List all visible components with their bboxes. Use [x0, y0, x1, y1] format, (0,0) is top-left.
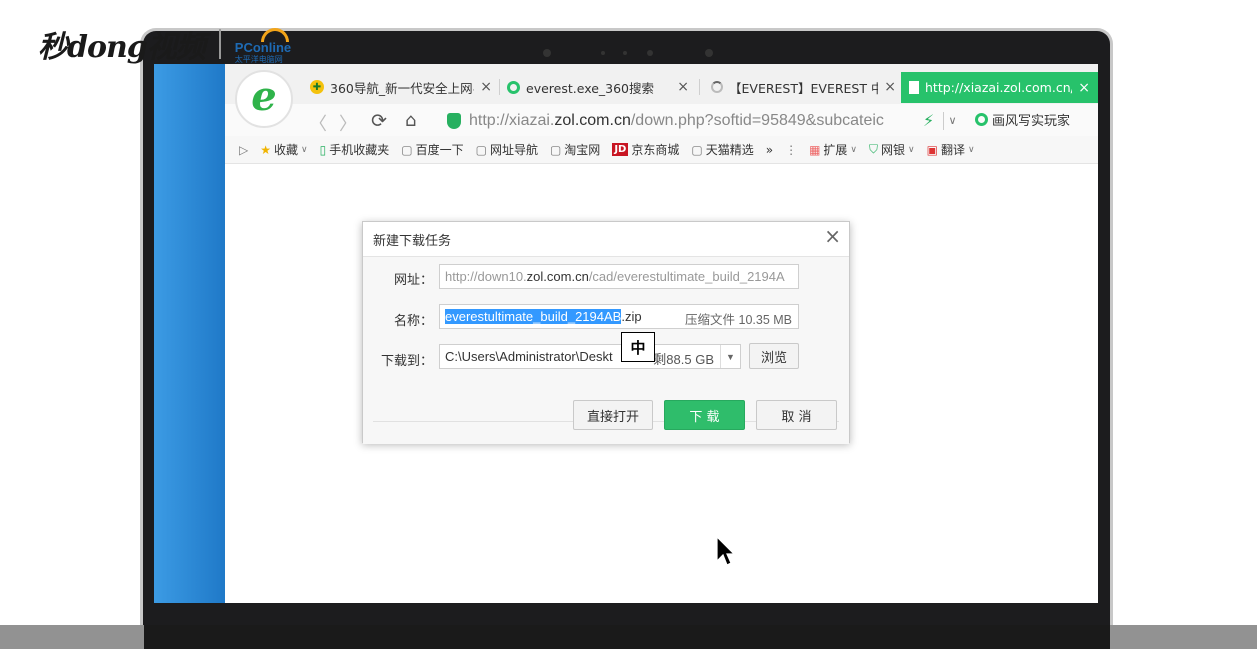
pconline-logo: PConline 太平洋电脑网	[235, 26, 313, 64]
bookmark-favorites[interactable]: ★ 收藏 ∨	[260, 141, 307, 158]
sensor-dot	[647, 50, 653, 56]
close-icon[interactable]: ×	[824, 226, 841, 246]
search-icon	[975, 113, 988, 126]
sensor-dot	[543, 49, 551, 57]
search-box[interactable]: 画风写实玩家	[975, 110, 1070, 129]
loading-icon	[711, 81, 723, 93]
dialog-title: 新建下载任务	[373, 234, 452, 249]
tab-label: 【EVEREST】EVEREST 中	[729, 80, 879, 96]
page-icon: ▢	[549, 142, 562, 157]
filename-field[interactable]: everestultimate_build_2194AB .zip 压缩文件 10…	[439, 304, 799, 329]
save-to-label: 下载到：	[380, 354, 433, 369]
tab-label: 360导航_新一代安全上网导	[330, 80, 475, 96]
back-icon[interactable]: 〈	[309, 110, 327, 136]
menu-dots-icon[interactable]: ⋮	[785, 143, 797, 157]
chevron-down-icon: ∨	[850, 144, 858, 155]
tab-label: http://xiazai.zol.com.cn/	[925, 80, 1073, 95]
chevron-down-icon: ∨	[301, 144, 308, 155]
360-search-icon	[507, 80, 520, 94]
close-icon[interactable]: ×	[884, 79, 896, 95]
cancel-button[interactable]: 取 消	[756, 400, 837, 430]
star-icon: ★	[260, 142, 271, 157]
tab-everest[interactable]: 【EVEREST】EVEREST 中 ×	[711, 73, 896, 101]
close-icon[interactable]: ×	[480, 79, 492, 95]
name-label: 名称：	[393, 314, 433, 329]
browse-button[interactable]: 浏览	[749, 343, 799, 369]
speed-mode-icon[interactable]: ⚡	[923, 111, 934, 130]
watermark: 秒dong视频 PConline 太平洋电脑网	[38, 22, 313, 66]
jd-icon: JD	[612, 143, 629, 156]
divider	[218, 29, 221, 59]
bookmark-jd[interactable]: JD 京东商城	[612, 141, 679, 158]
free-space: 剩88.5 GB	[653, 352, 714, 367]
tab-label: everest.exe_360搜索	[526, 80, 655, 96]
translate-icon: ▣	[926, 142, 938, 157]
save-path-select[interactable]: C:\Users\Administrator\Deskt 剩88.5 GB ▼	[439, 344, 741, 369]
phone-icon: ▯	[319, 142, 327, 157]
forward-icon[interactable]: 〉	[339, 110, 357, 136]
tab-bar: ✚ 360导航_新一代安全上网导 × everest.exe_360搜索 × 【…	[225, 64, 1098, 104]
tab-360-search[interactable]: everest.exe_360搜索 ×	[507, 73, 689, 101]
tab-zol-active[interactable]: http://xiazai.zol.com.cn/ ×	[901, 72, 1098, 103]
selected-text: everestultimate_build_2194AB	[445, 309, 622, 324]
page-icon: ▢	[401, 142, 413, 157]
sensor-dot	[601, 51, 605, 55]
desktop-background	[154, 64, 225, 603]
page-icon: ▢	[475, 142, 487, 157]
url-label: 网址：	[393, 273, 433, 288]
shield-icon: ⛉	[869, 142, 879, 156]
brand-logo: 秒dong视频	[38, 30, 206, 65]
sensor-dot	[623, 51, 627, 55]
bookmark-baidu[interactable]: ▢ 百度一下	[401, 141, 463, 158]
bookmark-tmall[interactable]: ▢ 天猫精选	[691, 141, 753, 158]
camera-icon	[705, 49, 713, 57]
chevron-down-icon: ∨	[968, 144, 975, 155]
divider	[699, 79, 700, 95]
extensions-button[interactable]: ▦ 扩展 ∨	[809, 141, 857, 158]
download-button[interactable]: 下 载	[664, 400, 745, 430]
chevron-down-icon[interactable]: ▼	[720, 345, 740, 368]
sidebar-toggle-icon[interactable]: ▷	[239, 143, 248, 157]
home-icon[interactable]: ⌂	[405, 110, 416, 131]
chevron-down-icon: ∨	[908, 144, 915, 155]
divider	[499, 79, 500, 95]
bookmark-mobile[interactable]: ▯ 手机收藏夹	[320, 141, 390, 158]
ime-indicator: 中	[621, 332, 655, 362]
search-hint: 画风写实玩家	[992, 114, 1071, 129]
file-size-info: 压缩文件 10.35 MB	[685, 313, 792, 327]
bookmarks-bar: ▷ ★ 收藏 ∨ ▯ 手机收藏夹 ▢ 百度一下 ▢ 网址导航 ▢ 淘宝网 JD 京东商城 ▢ 天…	[225, 136, 1098, 164]
tab-360-nav[interactable]: ✚ 360导航_新一代安全上网导 ×	[310, 73, 492, 101]
grid-icon: ▦	[809, 142, 821, 157]
address-bar: 〈 〉 ⟳ ⌂ http://xiazai. zol.com.cn/down.ph…	[225, 104, 1098, 136]
download-url-field[interactable]: http://down10. zol.com.cn/cad/everestulti…	[439, 264, 799, 289]
translate-button[interactable]: ▣ 翻译 ∨	[927, 141, 975, 158]
close-icon[interactable]: ×	[1078, 80, 1090, 96]
page-icon	[909, 81, 919, 94]
banking-button[interactable]: ⛉ 网银 ∨	[869, 141, 915, 158]
more-bookmarks-button[interactable]: »	[766, 143, 773, 157]
browser-logo-icon[interactable]: e	[235, 70, 293, 128]
laptop-base	[0, 625, 1257, 649]
refresh-icon[interactable]: ⟳	[371, 110, 387, 132]
bookmark-taobao[interactable]: ▢ 淘宝网	[550, 141, 600, 158]
url-input[interactable]: http://xiazai. zol.com.cn/down.php?softid…	[469, 109, 949, 133]
mouse-cursor-icon	[716, 536, 735, 566]
close-icon[interactable]: ×	[677, 79, 689, 95]
360-nav-icon: ✚	[310, 80, 324, 94]
open-directly-button[interactable]: 直接打开	[573, 400, 653, 430]
page-icon: ▢	[691, 142, 703, 157]
bookmark-nav[interactable]: ▢ 网址导航	[476, 141, 538, 158]
security-shield-icon[interactable]	[447, 113, 461, 129]
new-download-dialog: 新建下载任务 × 网址： http://down10. zol.com.cn/ca…	[362, 221, 850, 444]
chevron-down-icon[interactable]: ∨	[943, 112, 961, 130]
